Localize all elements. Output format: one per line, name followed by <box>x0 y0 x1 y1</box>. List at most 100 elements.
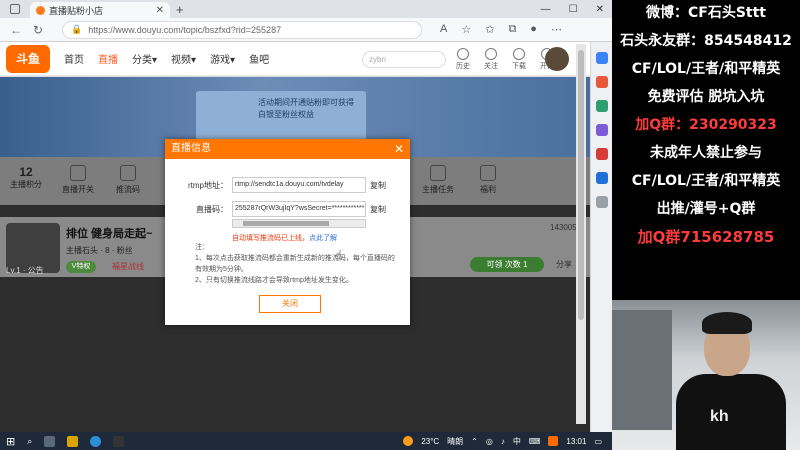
clock[interactable]: 13:01 <box>566 437 586 446</box>
dialog-title: 直播信息 <box>171 143 211 154</box>
nav-category[interactable]: 分类▾ <box>132 51 157 66</box>
file-explorer-icon[interactable] <box>67 435 79 447</box>
fortune-tag[interactable]: 福星战线 <box>112 261 144 272</box>
share-button[interactable]: 分享 <box>556 259 572 270</box>
learn-more-link[interactable]: 点此了解 <box>309 235 337 242</box>
taskbar: ⊞ ⌕ 23°C 晴朗 ⌃ ◎ ♪ 中 ⌨ 13:01 ▭ <box>0 432 612 450</box>
overlay-line-qq2: 加Q群715628785 <box>637 228 775 246</box>
nav-live[interactable]: 直播 <box>98 51 118 66</box>
sun-weather-icon <box>403 436 414 446</box>
favorite-star-icon[interactable]: ☆ <box>461 23 471 36</box>
browser-tab[interactable]: 直播贴粉小店 ✕ <box>30 2 170 18</box>
claim-button[interactable]: 可领 次数 1 <box>470 257 544 272</box>
url-text: https://www.douyu.com/topic/bszfxd?rid=2… <box>88 24 282 35</box>
rtmp-row: rtmp地址： rtmp://sendtc1a.douyu.com/tvdela… <box>165 177 410 193</box>
more-icon[interactable]: ⋯ <box>551 23 562 36</box>
nav-video[interactable]: 视频▾ <box>171 51 196 66</box>
collections-icon[interactable]: ⧉ <box>508 23 516 36</box>
follow-button[interactable]: 关注 <box>484 48 498 71</box>
overlay-line-games: CF/LOL/王者/和平精英 <box>631 61 781 77</box>
vip-tag[interactable]: V特权 <box>66 261 96 273</box>
overlay-line-accounts: 出推/灌号+Q群 <box>656 201 756 217</box>
promo-text: 活动期间开通贴粉即可获得白银至粉丝权益 <box>258 98 354 119</box>
copy-code-button[interactable]: 复制 <box>370 204 386 215</box>
checklist-icon <box>430 165 446 181</box>
nav-home[interactable]: 首页 <box>64 51 84 66</box>
profile-icon[interactable]: ● <box>530 23 537 36</box>
favorites-icon[interactable]: ✩ <box>485 23 494 36</box>
anchor-points[interactable]: 12 主播积分 <box>10 165 42 190</box>
user-avatar[interactable] <box>545 47 569 71</box>
tool-stream-key[interactable]: 推流码 <box>110 165 146 195</box>
nav-game[interactable]: 游戏▾ <box>210 51 235 66</box>
tools-icon[interactable] <box>595 100 608 112</box>
obs-icon[interactable] <box>113 435 125 447</box>
close-window-button[interactable]: ✕ <box>596 4 604 15</box>
notifications-icon[interactable]: ▭ <box>594 437 602 446</box>
search-sidebar-icon[interactable] <box>595 52 608 64</box>
room-title: 排位 健身局走起~ <box>66 228 153 240</box>
add-sidebar-icon[interactable] <box>595 196 608 208</box>
page-scrollbar[interactable] <box>576 44 586 424</box>
switch-icon <box>70 165 86 181</box>
code-scrollbar[interactable] <box>232 219 366 228</box>
games-icon[interactable] <box>595 124 608 136</box>
lock-icon: 🔒 <box>71 24 83 34</box>
new-tab-button[interactable]: + <box>176 2 184 18</box>
dialog-close-icon[interactable]: ✕ <box>394 139 404 159</box>
douyu-tray-icon[interactable] <box>548 436 559 446</box>
room-meta: 主播石头 · 8 · 粉丝 <box>66 246 133 255</box>
input-language[interactable]: 中 <box>513 436 521 447</box>
maximize-button[interactable]: ☐ <box>569 4 578 15</box>
stream-code-label: 直播码： <box>196 205 228 214</box>
search-icon[interactable]: ⌕ <box>27 436 32 447</box>
edge-browser-icon[interactable] <box>90 435 102 447</box>
webcam-person-hair <box>702 312 752 334</box>
room-id: 143005 <box>550 223 577 232</box>
task-view-icon[interactable] <box>44 435 56 447</box>
read-aloud-icon[interactable]: A <box>440 23 447 36</box>
webcam-feed: kh <box>612 300 800 450</box>
history-button[interactable]: 历史 <box>456 48 470 71</box>
network-icon[interactable]: ◎ <box>486 437 493 446</box>
overlay-line-evaluation: 免费评估 脱坑入坑 <box>647 89 765 105</box>
rtmp-field[interactable]: rtmp://sendtc1a.douyu.com/tvdelay <box>232 177 366 193</box>
tool-welfare[interactable]: 福利 <box>470 165 506 195</box>
douyu-logo[interactable]: 斗鱼 <box>6 44 50 73</box>
tool-live-switch[interactable]: 直播开关 <box>60 165 96 195</box>
ime-icon[interactable]: ⌨ <box>529 437 541 446</box>
tab-strip: 直播贴粉小店 ✕ + — ☐ ✕ <box>0 0 612 18</box>
download-button[interactable]: 下载 <box>512 48 526 71</box>
url-field[interactable]: 🔒 https://www.douyu.com/topic/bszfxd?rid… <box>62 20 422 39</box>
copy-rtmp-button[interactable]: 复制 <box>370 180 386 191</box>
volume-icon[interactable]: ♪ <box>501 437 505 446</box>
gift-icon <box>480 165 496 181</box>
tool-anchor-task[interactable]: 主播任务 <box>420 165 456 195</box>
room-level: Lv.1 · 公告 <box>6 266 44 275</box>
nav-right-items: 历史 关注 下载 开播 <box>456 48 554 71</box>
minimize-button[interactable]: — <box>541 4 551 15</box>
search-input[interactable]: zybn <box>362 51 446 68</box>
outlook-icon[interactable] <box>595 172 608 184</box>
window-controls: — ☐ ✕ <box>541 0 612 18</box>
windows-start-icon[interactable]: ⊞ <box>6 435 15 448</box>
weather-text[interactable]: 晴朗 <box>447 436 463 447</box>
scrollbar-thumb[interactable] <box>578 50 584 320</box>
history-icon <box>457 48 469 60</box>
stream-code-field[interactable]: 255287rQrW3ujIqY?wsSecret=************ <box>232 201 366 217</box>
close-dialog-button[interactable]: 关闭 <box>259 295 321 313</box>
back-icon[interactable]: ← <box>10 23 22 37</box>
overlay-line-fan-group: 石头永友群：854548412 <box>620 33 792 49</box>
rtmp-label: rtmp地址： <box>188 181 228 190</box>
close-tab-icon[interactable]: ✕ <box>156 5 164 16</box>
temperature[interactable]: 23°C <box>421 437 439 446</box>
tray-expand-icon[interactable]: ⌃ <box>471 437 478 446</box>
refresh-icon[interactable]: ↻ <box>32 23 44 37</box>
nav-fishbar[interactable]: 鱼吧 <box>249 51 269 66</box>
workspaces-icon[interactable] <box>10 4 20 14</box>
office-icon[interactable] <box>595 148 608 160</box>
system-tray: 23°C 晴朗 ⌃ ◎ ♪ 中 ⌨ 13:01 ▭ <box>403 432 602 450</box>
overlay-line-games-2: CF/LOL/王者/和平精英 <box>631 173 781 189</box>
shopping-icon[interactable] <box>595 76 608 88</box>
code-scrollbar-thumb[interactable] <box>243 221 329 226</box>
